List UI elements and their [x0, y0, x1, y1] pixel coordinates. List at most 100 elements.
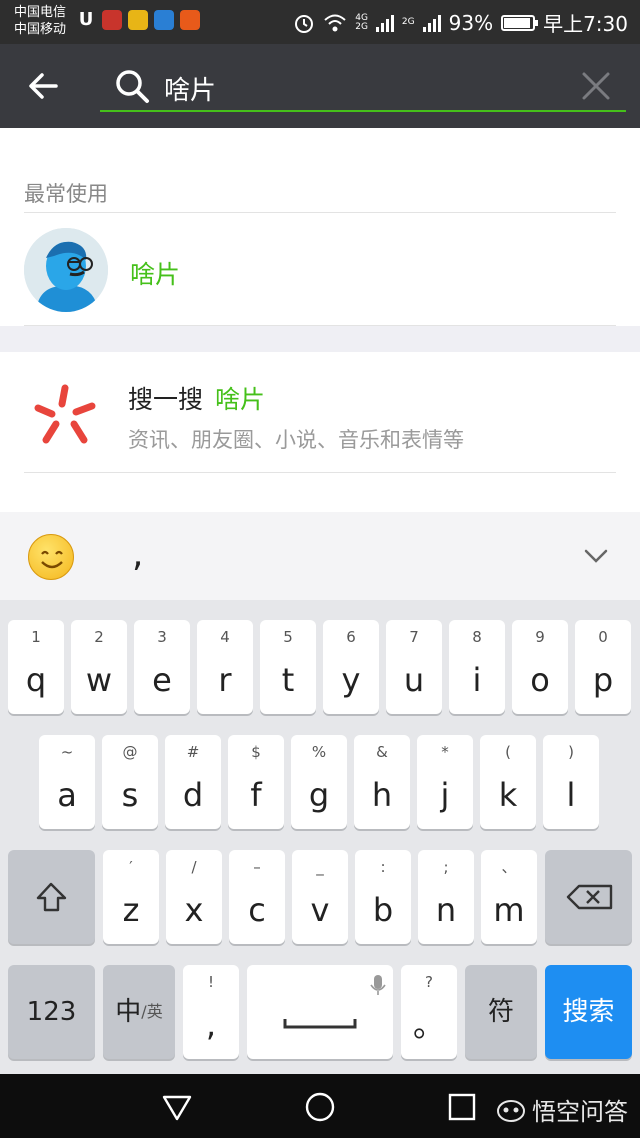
key-main-label: u [403, 661, 425, 699]
language-key[interactable]: 中/英 [103, 965, 175, 1059]
shift-key[interactable] [8, 850, 95, 944]
symbols-key[interactable]: 符 [465, 965, 537, 1059]
nav-home-icon[interactable] [303, 1090, 337, 1124]
taxi-app-icon [128, 10, 148, 30]
key-main-label: y [341, 661, 361, 699]
key-sub-label: 4 [220, 628, 230, 646]
back-button[interactable] [22, 64, 66, 108]
letter-key-a[interactable]: ~ a [39, 735, 95, 829]
results-area: 最常使用 啥片 搜一搜 啥片 资讯、朋友圈、小说、音乐和表情等 [0, 128, 640, 512]
key-main-label: x [184, 891, 204, 929]
emoji-button[interactable] [28, 534, 74, 580]
frequent-section: 最常使用 啥片 [0, 128, 640, 326]
key-sub-label: 、 [501, 858, 517, 876]
key-main-label: e [152, 661, 172, 699]
letter-key-z[interactable]: ′ z [103, 850, 159, 944]
letter-key-x[interactable]: / x [166, 850, 222, 944]
nav-recents-icon[interactable] [445, 1090, 479, 1124]
key-sub-label: 8 [472, 628, 482, 646]
letter-key-j[interactable]: * j [417, 735, 473, 829]
key-sub-label: ; [443, 858, 449, 876]
comma-key[interactable]: ! , [183, 965, 239, 1059]
key-main-label: n [435, 891, 457, 929]
key-sub-label: 6 [346, 628, 356, 646]
carrier-2: 中国移动 [14, 22, 67, 37]
letter-key-g[interactable]: % g [291, 735, 347, 829]
avatar [24, 228, 108, 312]
letter-key-q[interactable]: 1q [8, 620, 64, 714]
carrier-info: 中国电信 中国移动 [14, 4, 66, 38]
language-key-sub: /英 [141, 1002, 163, 1021]
letter-key-b[interactable]: :b [355, 850, 411, 944]
sousou-section[interactable]: 搜一搜 啥片 资讯、朋友圈、小说、音乐和表情等 [0, 352, 640, 512]
status-bar: 中国电信 中国移动 U 4G 2G 2G 93% 早上7:30 [0, 0, 640, 44]
key-sub-label: & [376, 743, 388, 761]
key-main-label: r [218, 661, 232, 699]
network-2: 2G [401, 17, 415, 27]
notification-icons: U [76, 10, 200, 30]
chevron-down-icon[interactable] [582, 542, 610, 570]
clock: 早上7:30 [543, 12, 628, 36]
clear-icon[interactable] [578, 68, 614, 104]
backspace-key[interactable] [545, 850, 632, 944]
key-sub-label: % [311, 743, 327, 761]
carrier-1: 中国电信 [14, 5, 67, 20]
key-main-label: d [182, 776, 204, 814]
letter-key-y[interactable]: 6y [323, 620, 379, 714]
period-key[interactable]: ? 。 [401, 965, 457, 1059]
key-main-label: f [250, 776, 262, 814]
key-sub-label: ~ [60, 743, 74, 761]
numbers-key[interactable]: 123 [8, 965, 95, 1059]
letter-key-n[interactable]: ; n [418, 850, 474, 944]
letter-key-r[interactable]: 4r [197, 620, 253, 714]
letter-key-c[interactable]: – c [229, 850, 285, 944]
key-sub-label: 1 [31, 628, 41, 646]
taobao-app-icon [180, 10, 200, 30]
key-main-label: w [85, 661, 113, 699]
watermark: 悟空问答 [496, 1092, 628, 1127]
letter-key-k[interactable]: (k [480, 735, 536, 829]
letter-key-v[interactable]: _ v [292, 850, 348, 944]
letter-key-h[interactable]: & h [354, 735, 410, 829]
smiley-icon [41, 550, 63, 569]
letter-key-s[interactable]: @ s [102, 735, 158, 829]
letter-key-f[interactable]: $ f [228, 735, 284, 829]
letter-key-p[interactable]: 0p [575, 620, 631, 714]
letter-key-i[interactable]: 8i [449, 620, 505, 714]
candidate-comma[interactable]: , [132, 534, 143, 575]
letter-key-w[interactable]: 2w [71, 620, 127, 714]
letter-key-d[interactable]: # d [165, 735, 221, 829]
keyboard: 1q2w3e4r5t6y7u8i9o0p ~ a @ s # d $ f% g & h * j(k) l … [0, 600, 640, 1074]
search-input[interactable]: 啥片 [100, 60, 626, 112]
nav-back-icon[interactable] [160, 1090, 194, 1124]
keyboard-candidate-bar: , [0, 512, 640, 600]
search-key-label: 搜索 [562, 997, 615, 1027]
comma-key-main: , [205, 1006, 217, 1044]
key-main-label: o [530, 661, 550, 699]
space-icon [283, 975, 386, 1029]
key-main-label: j [440, 776, 450, 814]
key-main-label: z [122, 891, 140, 929]
shift-icon [36, 882, 67, 912]
period-key-sub: ? [425, 973, 433, 991]
signal-2-icon [422, 14, 441, 32]
letter-key-t[interactable]: 5t [260, 620, 316, 714]
letter-key-o[interactable]: 9o [512, 620, 568, 714]
key-main-label: p [592, 661, 614, 699]
key-main-label: m [493, 891, 525, 929]
key-main-label: v [310, 891, 330, 929]
contact-name: 啥片 [130, 260, 181, 289]
letter-key-u[interactable]: 7u [386, 620, 442, 714]
key-sub-label: _ [316, 858, 324, 876]
key-sub-label: – [253, 858, 261, 876]
u-icon: U [78, 9, 94, 30]
wukong-logo-icon [497, 1099, 525, 1122]
sousou-icon [34, 384, 96, 444]
letter-key-m[interactable]: 、 m [481, 850, 537, 944]
search-key[interactable]: 搜索 [545, 965, 632, 1059]
letter-key-l[interactable]: ) l [543, 735, 599, 829]
space-key[interactable] [247, 965, 393, 1059]
key-sub-label: 3 [157, 628, 167, 646]
letter-key-e[interactable]: 3e [134, 620, 190, 714]
back-arrow-icon [29, 73, 58, 99]
